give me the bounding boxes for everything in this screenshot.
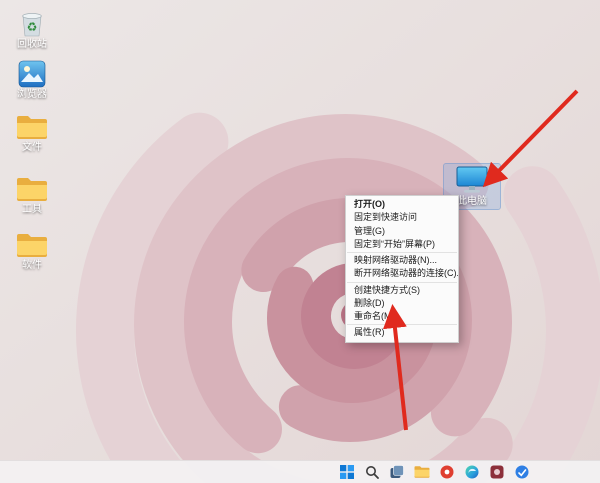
taskbar-app-dark[interactable] — [488, 463, 506, 481]
folder-icon — [16, 114, 48, 141]
menu-separator — [347, 282, 457, 283]
menu-item-pin-to-start[interactable]: 固定到“开始”屏幕(P) — [346, 238, 458, 251]
menu-item-manage[interactable]: 管理(G) — [346, 225, 458, 238]
menu-item-properties[interactable]: 属性(R) — [346, 326, 458, 339]
folder-icon — [16, 232, 48, 259]
taskbar — [0, 460, 600, 483]
desktop-icon-folder-2[interactable]: 工具 — [4, 176, 60, 216]
taskbar-app-red[interactable] — [438, 463, 456, 481]
icon-label: 回收站 — [17, 40, 47, 51]
file-explorer-button[interactable] — [413, 463, 431, 481]
windows-logo-icon — [340, 465, 354, 479]
this-pc-icon — [455, 165, 489, 195]
taskbar-app-blue[interactable] — [513, 463, 531, 481]
desktop-icon-app[interactable]: 浏览器 — [4, 60, 60, 101]
icon-label: 此电脑 — [457, 197, 487, 208]
wallpaper-bloom — [0, 0, 600, 483]
menu-item-rename[interactable]: 重命名(M) — [346, 310, 458, 323]
menu-item-open[interactable]: 打开(O) — [346, 198, 458, 211]
desktop-icon-folder-1[interactable]: 文件 — [4, 114, 60, 154]
file-explorer-icon — [414, 465, 430, 479]
menu-item-map-network-drive[interactable]: 映射网络驱动器(N)... — [346, 254, 458, 267]
task-view-button[interactable] — [388, 463, 406, 481]
menu-separator — [347, 324, 457, 325]
menu-item-create-shortcut[interactable]: 创建快捷方式(S) — [346, 284, 458, 297]
menu-item-disconnect-network-drive[interactable]: 断开网络驱动器的连接(C)... — [346, 267, 458, 280]
svg-text:♻: ♻ — [27, 20, 38, 34]
desktop-icon-recycle-bin[interactable]: ♻ 回收站 — [4, 6, 60, 51]
dark-app-icon — [490, 465, 504, 479]
icon-label: 浏览器 — [17, 90, 47, 101]
icon-label: 文件 — [22, 143, 42, 154]
start-button[interactable] — [338, 463, 356, 481]
desktop: { "colors": { "arrow": "#e02a1e", "taskb… — [0, 0, 600, 483]
task-view-icon — [390, 465, 404, 479]
menu-separator — [347, 252, 457, 253]
app-icon — [18, 60, 46, 88]
icon-label: 工具 — [22, 205, 42, 216]
edge-browser-button[interactable] — [463, 463, 481, 481]
search-button[interactable] — [363, 463, 381, 481]
icon-label: 软件 — [22, 261, 42, 272]
recycle-bin-icon: ♻ — [17, 6, 47, 38]
context-menu: 打开(O) 固定到快速访问 管理(G) 固定到“开始”屏幕(P) 映射网络驱动器… — [345, 195, 459, 343]
blue-app-icon — [515, 465, 529, 479]
menu-item-pin-quick-access[interactable]: 固定到快速访问 — [346, 211, 458, 224]
desktop-icon-folder-3[interactable]: 软件 — [4, 232, 60, 272]
search-icon — [365, 465, 379, 479]
folder-icon — [16, 176, 48, 203]
taskbar-icons — [338, 461, 531, 483]
edge-icon — [465, 465, 479, 479]
menu-item-delete[interactable]: 删除(D) — [346, 297, 458, 310]
red-app-icon — [440, 465, 454, 479]
